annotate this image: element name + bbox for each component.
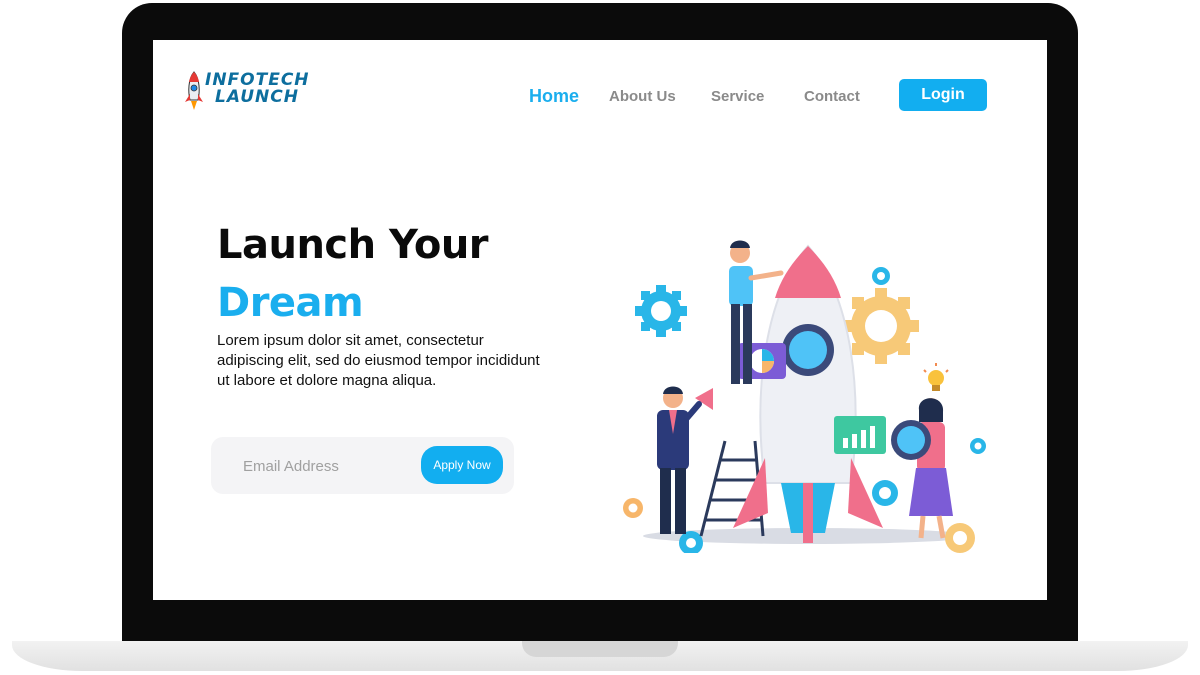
- woman-holding-porthole: [891, 398, 953, 539]
- gear-icon-blue-bottom: [872, 480, 898, 506]
- login-button[interactable]: Login: [899, 79, 987, 111]
- bar-chart-card: [834, 416, 886, 454]
- brand-name-line2: LAUNCH: [215, 87, 299, 107]
- gear-icon-small-top: [872, 267, 890, 285]
- email-input[interactable]: [231, 451, 435, 481]
- rocket-icon: [185, 71, 203, 110]
- gear-icon-small-right: [970, 438, 986, 454]
- hero-title-line1: Launch Your: [217, 222, 489, 268]
- laptop-notch: [522, 641, 678, 657]
- signup-form: Apply Now: [211, 437, 514, 494]
- hero-title: Launch Your Dream: [217, 216, 489, 332]
- hero-description: Lorem ipsum dolor sit amet, consectetur …: [217, 332, 540, 389]
- apply-now-button[interactable]: Apply Now: [421, 446, 503, 484]
- rocket: [733, 244, 883, 543]
- nav-about-us[interactable]: About Us: [609, 88, 676, 105]
- nav-service[interactable]: Service: [711, 88, 764, 105]
- landing-page-screen: INFOTECH LAUNCH Home About Us Service Co…: [153, 40, 1047, 600]
- businessman-with-megaphone: [657, 386, 713, 534]
- rocket-launch-illustration: [623, 240, 986, 553]
- hero-title-line2: Dream: [217, 280, 364, 326]
- gear-icon-large-yellow: [843, 288, 919, 364]
- brand-logo[interactable]: INFOTECH LAUNCH: [183, 70, 323, 114]
- nav-contact[interactable]: Contact: [804, 88, 860, 105]
- gear-icon-orange-right: [945, 523, 975, 553]
- gear-icon-orange-left: [623, 498, 643, 518]
- lightbulb-icon: [923, 363, 949, 391]
- nav-home[interactable]: Home: [529, 86, 579, 107]
- gear-icon-blue-left: [635, 285, 687, 337]
